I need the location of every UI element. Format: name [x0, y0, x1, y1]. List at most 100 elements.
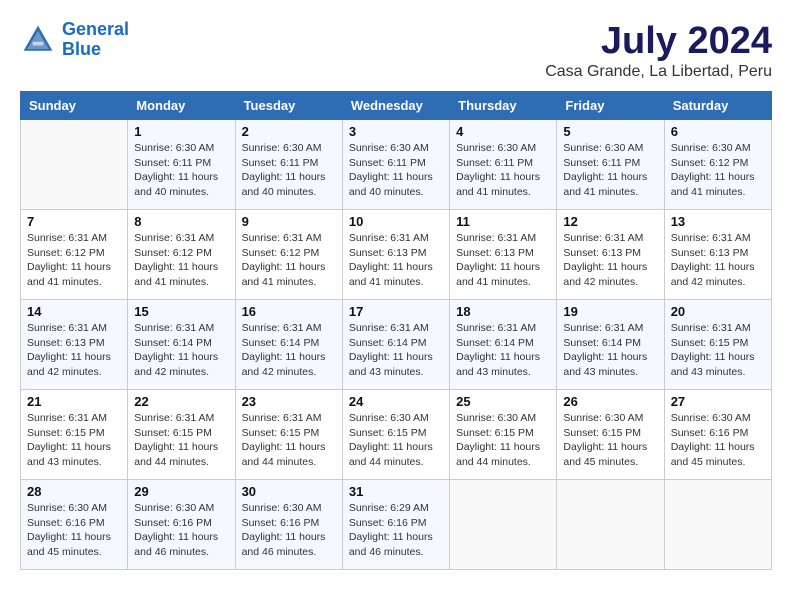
calendar-cell: 17 Sunrise: 6:31 AMSunset: 6:14 PMDayligh…	[342, 300, 449, 390]
day-number: 8	[134, 214, 228, 229]
day-info: Sunrise: 6:31 AMSunset: 6:12 PMDaylight:…	[134, 231, 228, 290]
calendar-week-row: 14Sunrise: 6:31 AMSunset: 6:13 PMDayligh…	[21, 300, 772, 390]
calendar-cell	[557, 480, 664, 570]
calendar-cell: 24 Sunrise: 6:30 AMSunset: 6:15 PMDayligh…	[342, 390, 449, 480]
calendar-week-row: 7 Sunrise: 6:31 AMSunset: 6:12 PMDaylight…	[21, 210, 772, 300]
day-info: Sunrise: 6:31 AMSunset: 6:15 PMDaylight:…	[27, 411, 121, 470]
calendar-cell	[450, 480, 557, 570]
day-number: 30	[242, 484, 336, 499]
calendar-week-row: 28 Sunrise: 6:30 AMSunset: 6:16 PMDayligh…	[21, 480, 772, 570]
day-number: 27	[671, 394, 765, 409]
weekday-header-tuesday: Tuesday	[235, 92, 342, 120]
weekday-header-row: SundayMondayTuesdayWednesdayThursdayFrid…	[21, 92, 772, 120]
day-info: Sunrise: 6:30 AMSunset: 6:12 PMDaylight:…	[671, 141, 765, 200]
day-number: 19	[563, 304, 657, 319]
day-number: 20	[671, 304, 765, 319]
calendar-cell: 6 Sunrise: 6:30 AMSunset: 6:12 PMDaylight…	[664, 120, 771, 210]
calendar-cell: 22Sunrise: 6:31 AMSunset: 6:15 PMDayligh…	[128, 390, 235, 480]
day-info: Sunrise: 6:31 AMSunset: 6:14 PMDaylight:…	[134, 321, 228, 380]
calendar-cell: 25Sunrise: 6:30 AMSunset: 6:15 PMDayligh…	[450, 390, 557, 480]
logo-line1: General	[62, 19, 129, 39]
calendar-cell: 14Sunrise: 6:31 AMSunset: 6:13 PMDayligh…	[21, 300, 128, 390]
day-info: Sunrise: 6:31 AMSunset: 6:15 PMDaylight:…	[242, 411, 336, 470]
calendar-cell: 19 Sunrise: 6:31 AMSunset: 6:14 PMDayligh…	[557, 300, 664, 390]
day-number: 2	[242, 124, 336, 139]
day-info: Sunrise: 6:30 AMSunset: 6:11 PMDaylight:…	[456, 141, 550, 200]
day-info: Sunrise: 6:31 AMSunset: 6:14 PMDaylight:…	[349, 321, 443, 380]
calendar-cell: 31Sunrise: 6:29 AMSunset: 6:16 PMDayligh…	[342, 480, 449, 570]
calendar-cell: 12Sunrise: 6:31 AMSunset: 6:13 PMDayligh…	[557, 210, 664, 300]
calendar-cell: 15 Sunrise: 6:31 AMSunset: 6:14 PMDayligh…	[128, 300, 235, 390]
day-number: 13	[671, 214, 765, 229]
day-info: Sunrise: 6:30 AMSunset: 6:16 PMDaylight:…	[134, 501, 228, 560]
day-info: Sunrise: 6:31 AMSunset: 6:13 PMDaylight:…	[456, 231, 550, 290]
page-header: General Blue July 2024 Casa Grande, La L…	[20, 20, 772, 81]
calendar-cell: 26Sunrise: 6:30 AMSunset: 6:15 PMDayligh…	[557, 390, 664, 480]
day-number: 24	[349, 394, 443, 409]
day-info: Sunrise: 6:31 AMSunset: 6:14 PMDaylight:…	[456, 321, 550, 380]
location-title: Casa Grande, La Libertad, Peru	[545, 63, 772, 81]
calendar-cell: 4Sunrise: 6:30 AMSunset: 6:11 PMDaylight…	[450, 120, 557, 210]
day-number: 6	[671, 124, 765, 139]
title-section: July 2024 Casa Grande, La Libertad, Peru	[545, 20, 772, 81]
calendar-cell: 21 Sunrise: 6:31 AMSunset: 6:15 PMDayligh…	[21, 390, 128, 480]
day-number: 29	[134, 484, 228, 499]
day-info: Sunrise: 6:30 AMSunset: 6:11 PMDaylight:…	[134, 141, 228, 200]
day-info: Sunrise: 6:30 AMSunset: 6:11 PMDaylight:…	[349, 141, 443, 200]
day-number: 21	[27, 394, 121, 409]
calendar-cell: 9 Sunrise: 6:31 AMSunset: 6:12 PMDaylight…	[235, 210, 342, 300]
day-info: Sunrise: 6:30 AMSunset: 6:15 PMDaylight:…	[349, 411, 443, 470]
day-info: Sunrise: 6:31 AMSunset: 6:13 PMDaylight:…	[563, 231, 657, 290]
calendar-cell: 8 Sunrise: 6:31 AMSunset: 6:12 PMDaylight…	[128, 210, 235, 300]
day-number: 1	[134, 124, 228, 139]
logo-line2: Blue	[62, 39, 101, 59]
weekday-header-wednesday: Wednesday	[342, 92, 449, 120]
day-info: Sunrise: 6:31 AMSunset: 6:13 PMDaylight:…	[27, 321, 121, 380]
calendar-cell	[664, 480, 771, 570]
day-number: 16	[242, 304, 336, 319]
weekday-header-friday: Friday	[557, 92, 664, 120]
calendar-cell	[21, 120, 128, 210]
day-number: 7	[27, 214, 121, 229]
day-info: Sunrise: 6:31 AMSunset: 6:14 PMDaylight:…	[563, 321, 657, 380]
day-info: Sunrise: 6:29 AMSunset: 6:16 PMDaylight:…	[349, 501, 443, 560]
calendar-cell: 5 Sunrise: 6:30 AMSunset: 6:11 PMDaylight…	[557, 120, 664, 210]
calendar-cell: 20Sunrise: 6:31 AMSunset: 6:15 PMDayligh…	[664, 300, 771, 390]
day-number: 3	[349, 124, 443, 139]
weekday-header-thursday: Thursday	[450, 92, 557, 120]
logo-icon	[20, 22, 56, 58]
logo: General Blue	[20, 20, 129, 60]
logo-text: General Blue	[62, 20, 129, 60]
day-number: 11	[456, 214, 550, 229]
day-info: Sunrise: 6:30 AMSunset: 6:16 PMDaylight:…	[671, 411, 765, 470]
day-number: 9	[242, 214, 336, 229]
day-number: 18	[456, 304, 550, 319]
day-number: 10	[349, 214, 443, 229]
calendar-cell: 29 Sunrise: 6:30 AMSunset: 6:16 PMDayligh…	[128, 480, 235, 570]
day-number: 15	[134, 304, 228, 319]
calendar-cell: 11 Sunrise: 6:31 AMSunset: 6:13 PMDayligh…	[450, 210, 557, 300]
calendar-week-row: 21 Sunrise: 6:31 AMSunset: 6:15 PMDayligh…	[21, 390, 772, 480]
weekday-header-monday: Monday	[128, 92, 235, 120]
calendar-cell: 23 Sunrise: 6:31 AMSunset: 6:15 PMDayligh…	[235, 390, 342, 480]
day-number: 23	[242, 394, 336, 409]
calendar-cell: 27 Sunrise: 6:30 AMSunset: 6:16 PMDayligh…	[664, 390, 771, 480]
day-number: 22	[134, 394, 228, 409]
calendar-cell: 10Sunrise: 6:31 AMSunset: 6:13 PMDayligh…	[342, 210, 449, 300]
day-info: Sunrise: 6:30 AMSunset: 6:16 PMDaylight:…	[242, 501, 336, 560]
day-info: Sunrise: 6:31 AMSunset: 6:14 PMDaylight:…	[242, 321, 336, 380]
day-info: Sunrise: 6:30 AMSunset: 6:11 PMDaylight:…	[563, 141, 657, 200]
day-number: 5	[563, 124, 657, 139]
calendar-cell: 2Sunrise: 6:30 AMSunset: 6:11 PMDaylight…	[235, 120, 342, 210]
calendar-cell: 30 Sunrise: 6:30 AMSunset: 6:16 PMDayligh…	[235, 480, 342, 570]
calendar-cell: 16 Sunrise: 6:31 AMSunset: 6:14 PMDayligh…	[235, 300, 342, 390]
day-info: Sunrise: 6:31 AMSunset: 6:12 PMDaylight:…	[242, 231, 336, 290]
calendar-cell: 1 Sunrise: 6:30 AMSunset: 6:11 PMDaylight…	[128, 120, 235, 210]
calendar-week-row: 1 Sunrise: 6:30 AMSunset: 6:11 PMDaylight…	[21, 120, 772, 210]
day-number: 17	[349, 304, 443, 319]
day-number: 26	[563, 394, 657, 409]
month-title: July 2024	[545, 20, 772, 63]
calendar-cell: 18 Sunrise: 6:31 AMSunset: 6:14 PMDayligh…	[450, 300, 557, 390]
calendar-cell: 28Sunrise: 6:30 AMSunset: 6:16 PMDayligh…	[21, 480, 128, 570]
day-number: 28	[27, 484, 121, 499]
